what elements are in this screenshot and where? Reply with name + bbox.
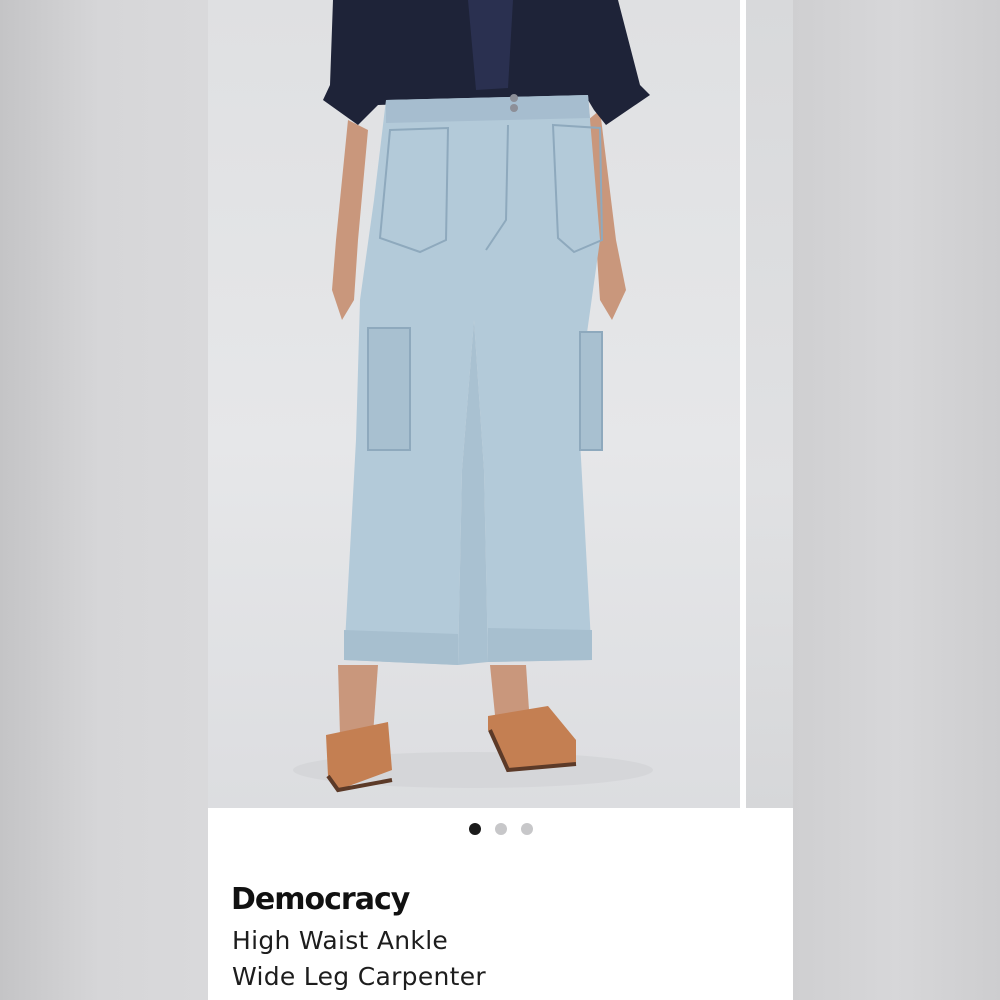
product-title-line-2[interactable]: Wide Leg Carpenter [232, 962, 486, 991]
carousel-dot-3[interactable] [520, 823, 533, 835]
product-image[interactable] [208, 0, 740, 808]
carousel-indicator [208, 823, 793, 835]
carousel-dot-1[interactable] [468, 823, 481, 835]
carousel-dot-2[interactable] [494, 823, 507, 835]
product-photo-illustration [293, 0, 653, 793]
background-right [793, 0, 1000, 1000]
product-card: Democracy High Waist Ankle Wide Leg Carp… [208, 0, 793, 1000]
next-product-image-peek[interactable] [746, 0, 793, 808]
product-title-line-1[interactable]: High Waist Ankle [232, 926, 448, 955]
product-brand[interactable]: Democracy [231, 882, 410, 917]
